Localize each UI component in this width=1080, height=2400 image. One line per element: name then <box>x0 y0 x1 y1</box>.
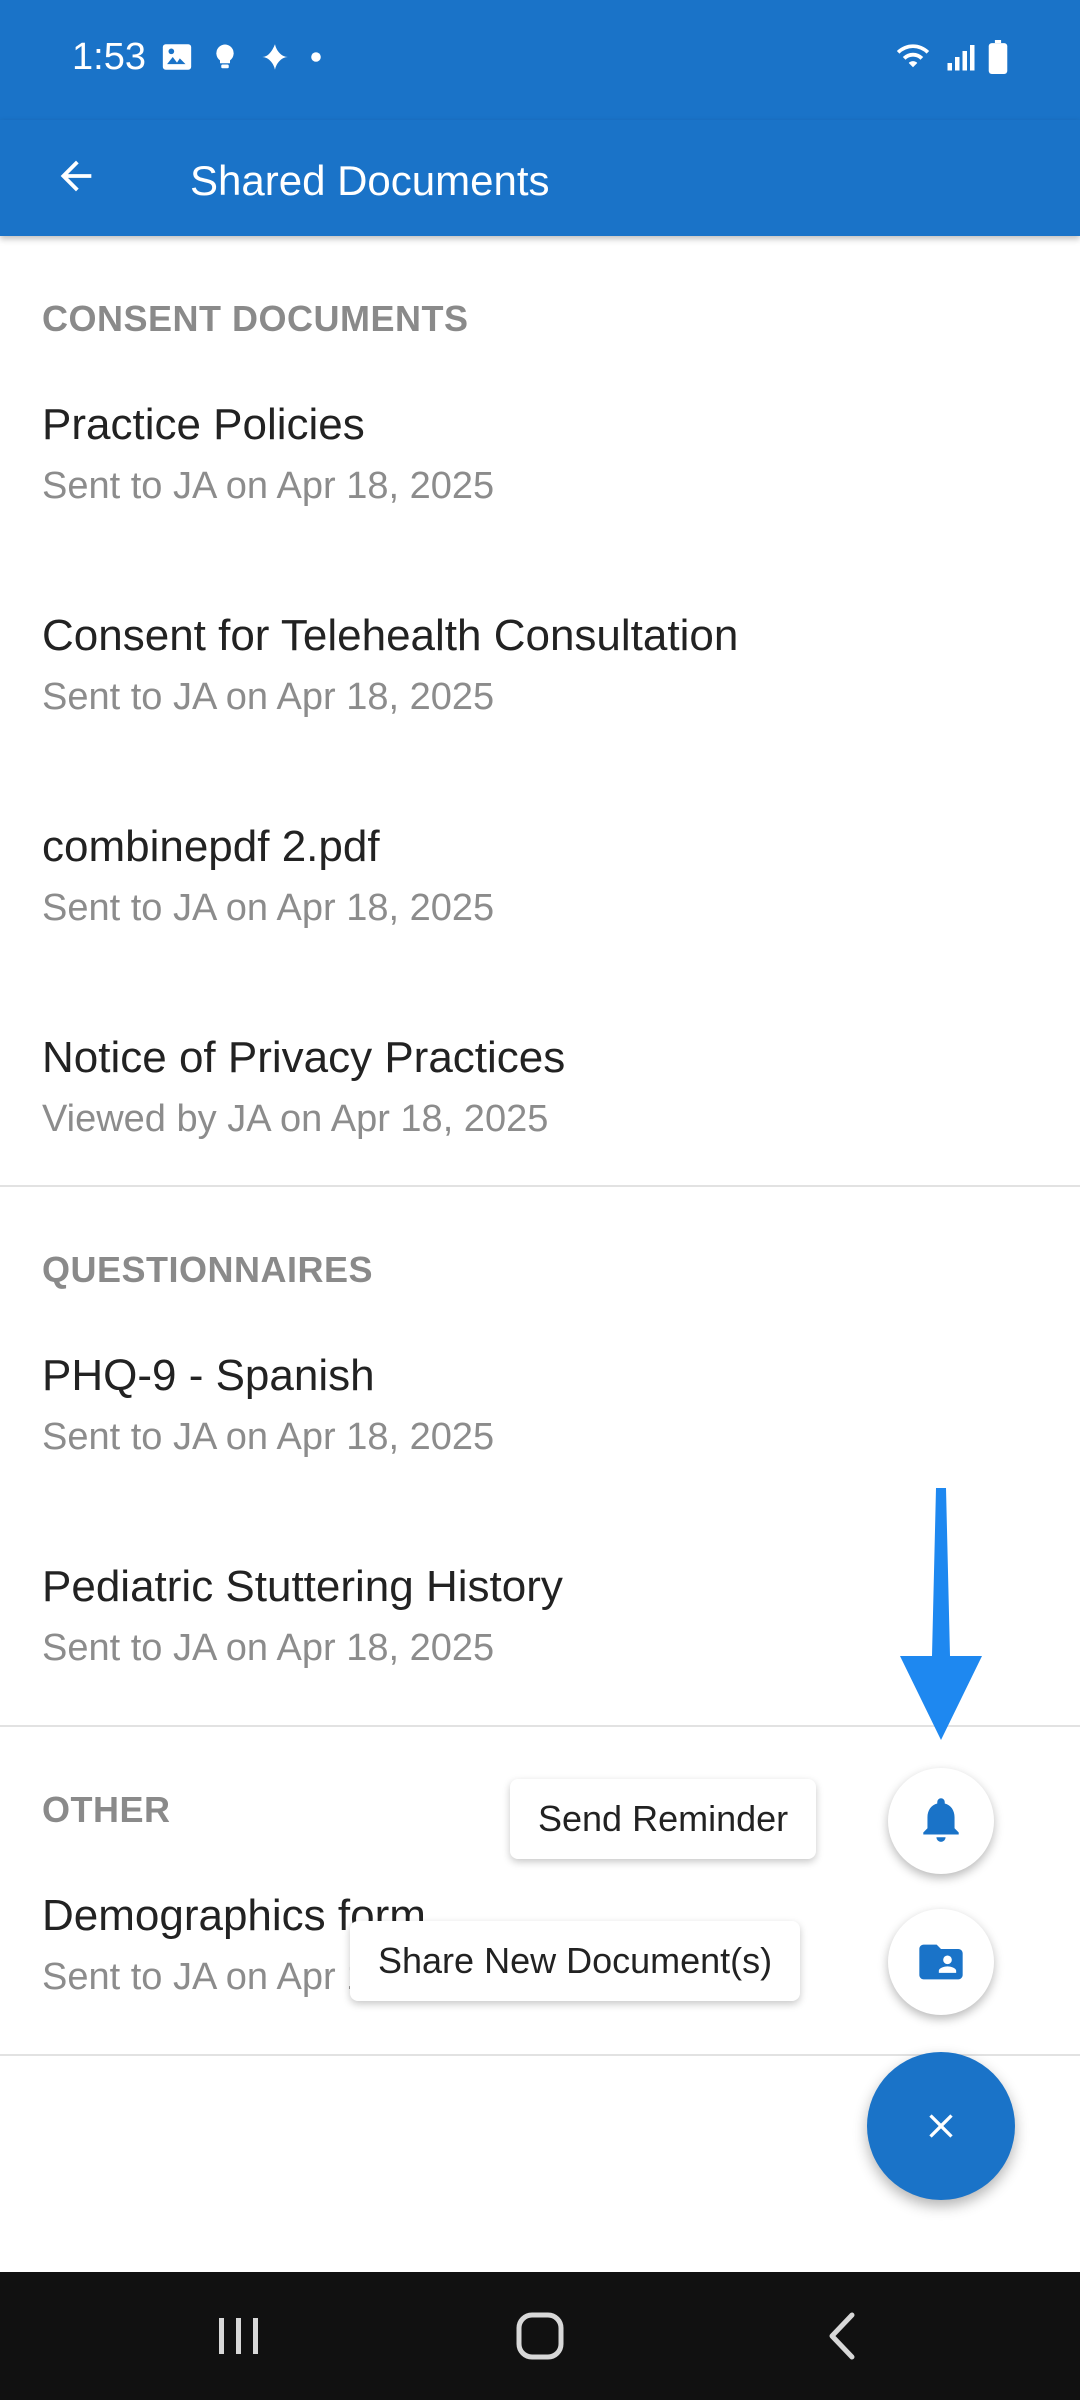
arrow-down-icon <box>900 1488 982 1740</box>
share-new-documents-button[interactable] <box>888 1909 994 2015</box>
document-title: combinepdf 2.pdf <box>42 822 380 871</box>
document-item-combinepdf[interactable]: combinepdf 2.pdf Sent to JA on Apr 18, 2… <box>0 774 1080 985</box>
document-title: Consent for Telehealth Consultation <box>42 611 739 660</box>
system-icons <box>892 40 1008 74</box>
recents-button[interactable] <box>194 2296 284 2376</box>
recents-icon <box>219 2318 258 2354</box>
section-header-consent: CONSENT DOCUMENTS <box>42 298 469 339</box>
document-title: Pediatric Stuttering History <box>42 1562 563 1611</box>
document-item-practice-policies[interactable]: Practice Policies Sent to JA on Apr 18, … <box>0 352 1080 563</box>
document-status: Sent to JA on Apr 18, 2025 <box>42 464 495 507</box>
arrow-left-icon <box>60 160 92 192</box>
close-icon <box>929 2114 953 2138</box>
document-item-privacy-practices[interactable]: Notice of Privacy Practices Viewed by JA… <box>0 985 1080 1185</box>
dot-icon <box>311 52 321 62</box>
share-new-documents-label[interactable]: Share New Document(s) <box>350 1921 801 2001</box>
system-navigation-bar <box>0 2272 1080 2400</box>
wifi-icon <box>896 44 930 68</box>
bulb-icon <box>216 44 234 69</box>
document-status: Sent to JA on Apr 18, 2025 <box>42 886 495 929</box>
bell-icon <box>923 1798 959 1842</box>
chevron-left-icon <box>829 2312 855 2360</box>
document-item-telehealth-consent[interactable]: Consent for Telehealth Consultation Sent… <box>0 563 1080 774</box>
image-icon <box>162 44 192 70</box>
notification-icons <box>160 40 322 74</box>
document-status: Sent to JA on Apr 18, 2025 <box>42 1626 495 1669</box>
back-button[interactable] <box>40 140 112 212</box>
page-title: Shared Documents <box>190 157 550 204</box>
battery-icon <box>988 40 1008 74</box>
document-status: Sent to JA on Apr 18, 2025 <box>42 1415 495 1458</box>
close-fab-menu-button[interactable] <box>867 2052 1015 2200</box>
document-status: Viewed by JA on Apr 18, 2025 <box>42 1097 549 1140</box>
system-back-button[interactable] <box>797 2296 887 2376</box>
home-button[interactable] <box>495 2296 585 2376</box>
folder-shared-icon <box>919 1944 963 1980</box>
send-reminder-label[interactable]: Send Reminder <box>510 1779 817 1859</box>
signal-icon <box>947 45 975 71</box>
app-bar: Shared Documents <box>0 120 1080 236</box>
document-title: Notice of Privacy Practices <box>42 1033 566 1082</box>
status-bar: 1:53 <box>0 0 1080 120</box>
document-item-phq9-spanish[interactable]: PHQ-9 - Spanish Sent to JA on Apr 18, 20… <box>0 1303 1080 1514</box>
document-status: Sent to JA on Apr 18, 2025 <box>42 675 495 718</box>
section-consent-documents: CONSENT DOCUMENTS Practice Policies Sent… <box>0 236 1080 1187</box>
app-notification-icon <box>262 44 288 70</box>
document-title: Practice Policies <box>42 400 365 449</box>
send-reminder-button[interactable] <box>888 1768 994 1874</box>
status-time: 1:53 <box>72 36 146 78</box>
section-header-questionnaires: QUESTIONNAIRES <box>42 1249 374 1290</box>
document-title: PHQ-9 - Spanish <box>42 1351 375 1400</box>
home-icon <box>516 2312 564 2360</box>
